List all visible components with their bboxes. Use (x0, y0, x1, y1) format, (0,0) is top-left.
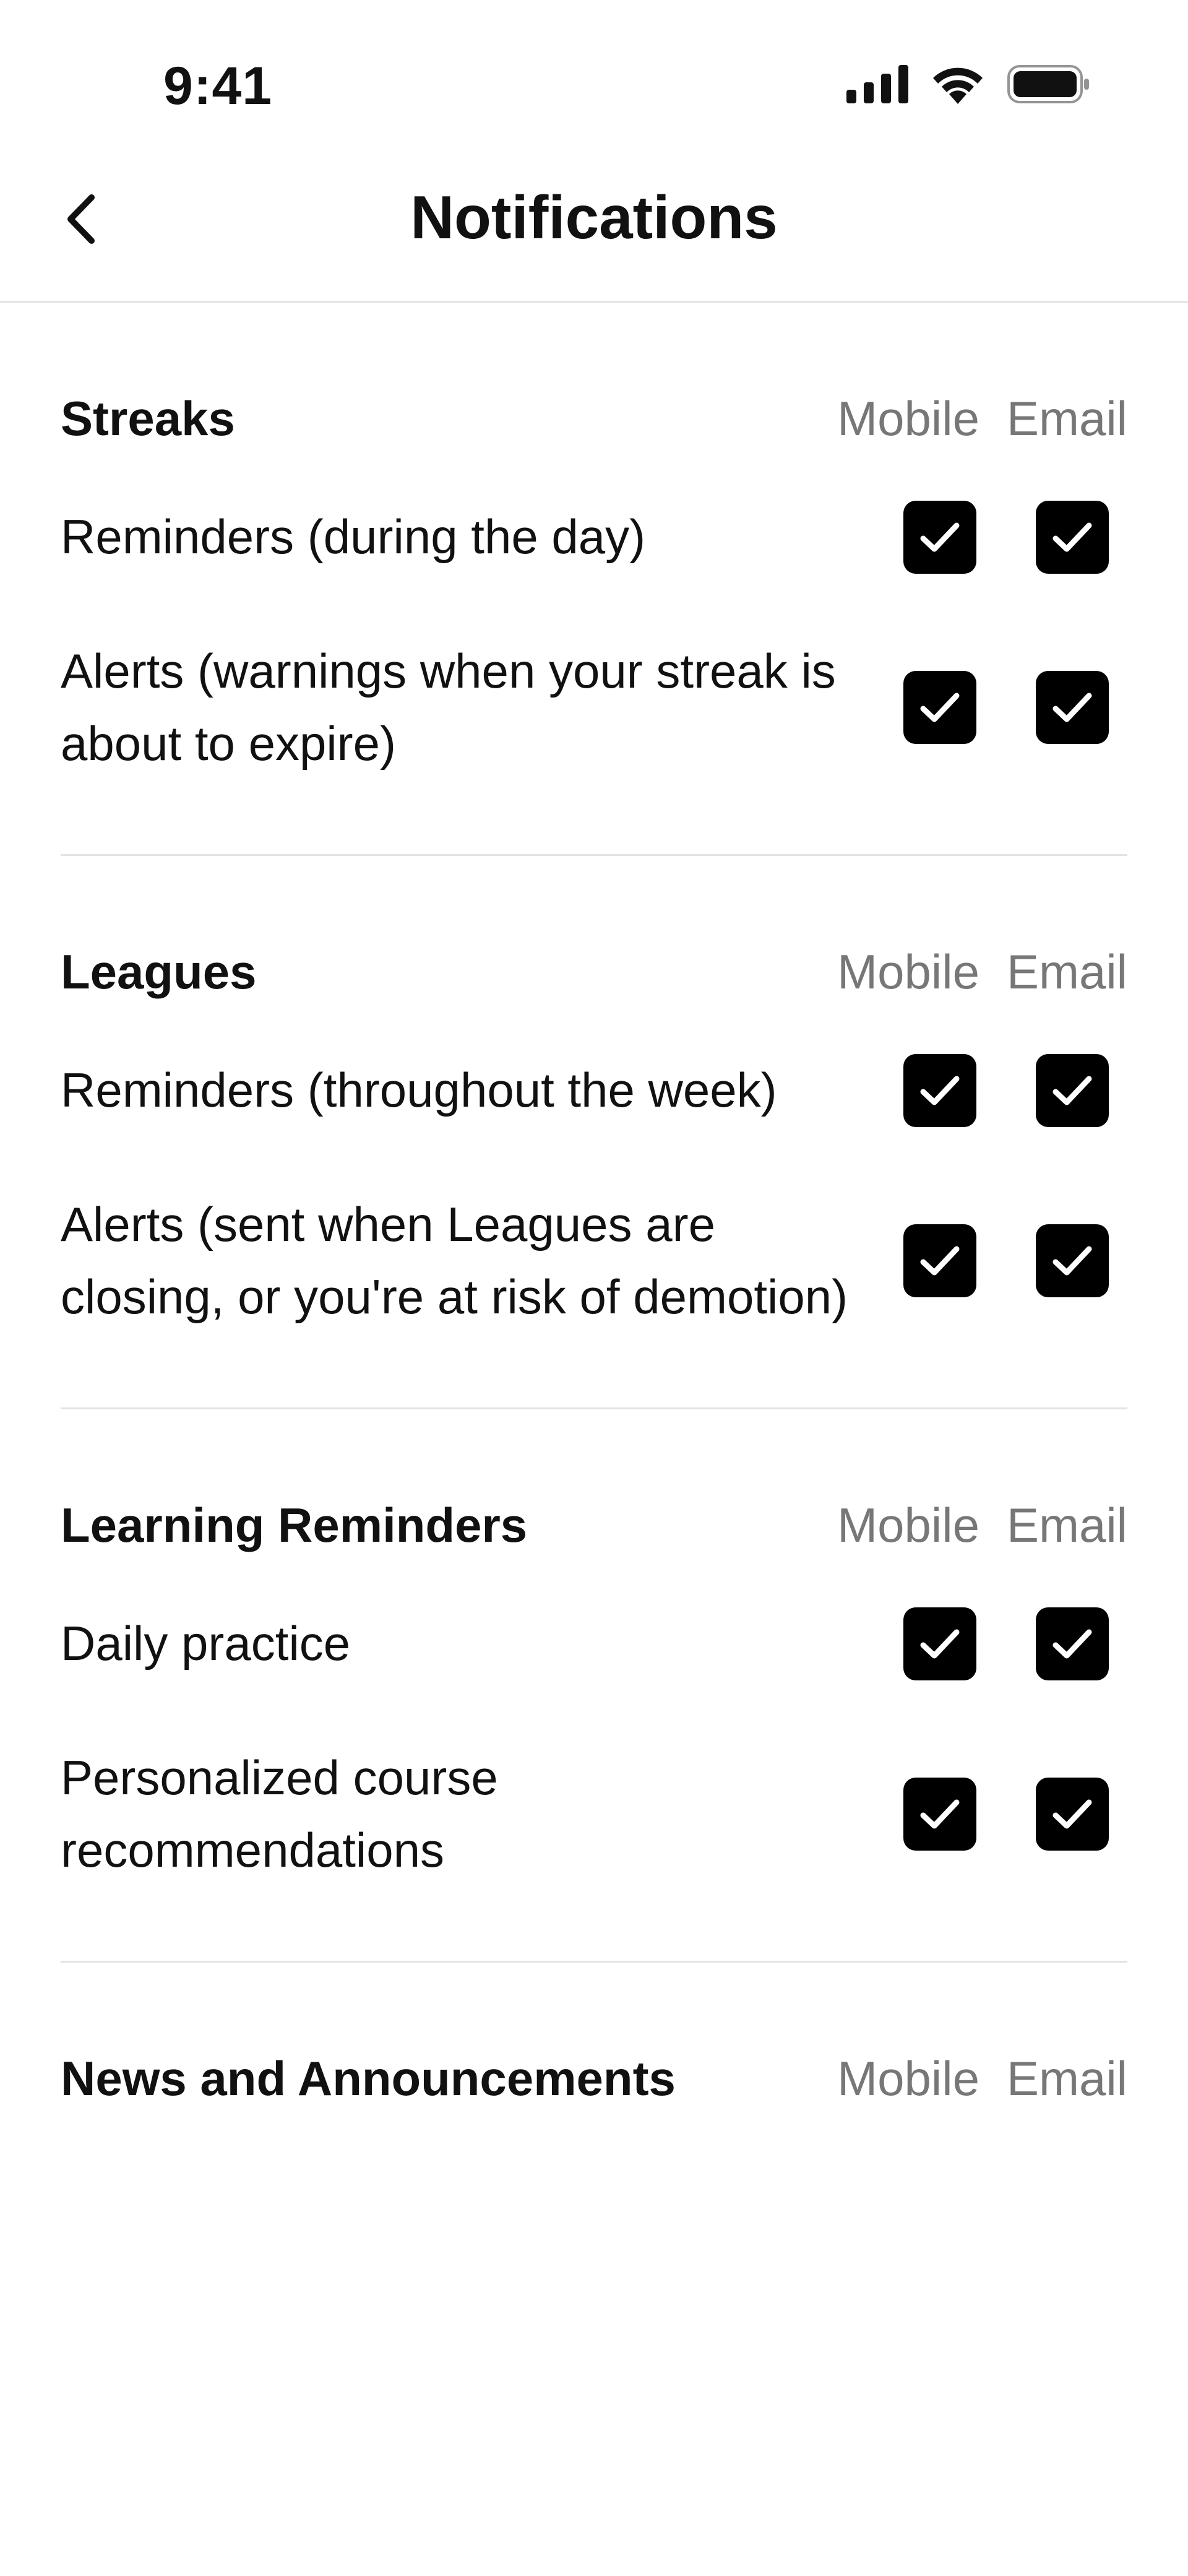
battery-icon (1007, 65, 1089, 103)
notification-row: Alerts (warnings when your streak is abo… (61, 604, 1127, 811)
check-icon (920, 522, 960, 551)
wifi-icon (933, 67, 983, 104)
mobile-checkbox[interactable] (903, 1224, 976, 1297)
section-title: Streaks (61, 391, 235, 446)
section-header: Streaks Mobile Email (61, 378, 1127, 459)
section-news-and-announcements: News and Announcements Mobile Email (61, 2038, 1127, 2119)
column-label-mobile: Mobile (837, 2051, 979, 2106)
notification-label: Daily practice (61, 1616, 351, 1671)
mobile-checkbox[interactable] (903, 671, 976, 744)
cellular-signal-icon (846, 65, 908, 103)
notification-row: Alerts (sent when Leagues are closing, o… (61, 1157, 1127, 1364)
mobile-checkbox[interactable] (903, 1607, 976, 1680)
column-label-email: Email (1006, 2051, 1127, 2106)
notification-label: Alerts (warnings when your streak is abo… (61, 644, 836, 771)
check-icon (1052, 522, 1092, 551)
notification-label: Personalized course recommendations (61, 1750, 498, 1877)
check-icon (920, 1246, 960, 1276)
notification-label: Reminders (throughout the week) (61, 1063, 777, 1117)
email-checkbox[interactable] (1036, 1778, 1109, 1851)
email-checkbox[interactable] (1036, 1053, 1109, 1127)
column-label-mobile: Mobile (837, 944, 979, 999)
notification-label: Alerts (sent when Leagues are closing, o… (61, 1197, 848, 1324)
section-title: Learning Reminders (61, 1497, 528, 1552)
email-checkbox[interactable] (1036, 1607, 1109, 1680)
section-header: News and Announcements Mobile Email (61, 2038, 1127, 2119)
notification-row: Daily practice (61, 1576, 1127, 1711)
email-checkbox[interactable] (1036, 500, 1109, 574)
notification-row: Personalized course recommendations (61, 1711, 1127, 1917)
column-label-email: Email (1006, 391, 1127, 446)
notification-label: Reminders (during the day) (61, 509, 646, 564)
mobile-checkbox[interactable] (903, 500, 976, 574)
column-label-email: Email (1006, 944, 1127, 999)
section-header: Leagues Mobile Email (61, 931, 1127, 1012)
email-checkbox[interactable] (1036, 1224, 1109, 1297)
section-leagues: Leagues Mobile Email Reminders (throughout … (61, 931, 1127, 1409)
header: Notifications (0, 155, 1188, 303)
section-title: News and Announcements (61, 2051, 676, 2106)
notification-row: Reminders (during the day) (61, 470, 1127, 604)
check-icon (1052, 1629, 1092, 1658)
check-icon (1052, 693, 1092, 722)
notification-row: Reminders (throughout the week) (61, 1023, 1127, 1157)
column-label-mobile: Mobile (837, 1497, 979, 1552)
status-time: 9:41 (163, 56, 273, 116)
check-icon (1052, 1076, 1092, 1105)
section-streaks: Streaks Mobile Email Reminders (during the … (61, 378, 1127, 856)
check-icon (1052, 1799, 1092, 1829)
section-learning-reminders: Learning Reminders Mobile Email Daily pract… (61, 1485, 1127, 1963)
column-label-email: Email (1006, 1497, 1127, 1552)
section-header: Learning Reminders Mobile Email (61, 1485, 1127, 1565)
section-title: Leagues (61, 944, 257, 999)
mobile-checkbox[interactable] (903, 1053, 976, 1127)
check-icon (920, 693, 960, 722)
status-icons (846, 64, 1089, 104)
check-icon (920, 1799, 960, 1829)
page-title: Notifications (410, 183, 778, 251)
check-icon (920, 1629, 960, 1658)
email-checkbox[interactable] (1036, 671, 1109, 744)
column-label-mobile: Mobile (837, 391, 979, 446)
status-bar: 9:41 (0, 0, 1188, 155)
notification-settings-list: Streaks Mobile Email Reminders (during the … (61, 303, 1127, 2130)
mobile-checkbox[interactable] (903, 1778, 976, 1851)
check-icon (920, 1076, 960, 1105)
check-icon (1052, 1246, 1092, 1276)
